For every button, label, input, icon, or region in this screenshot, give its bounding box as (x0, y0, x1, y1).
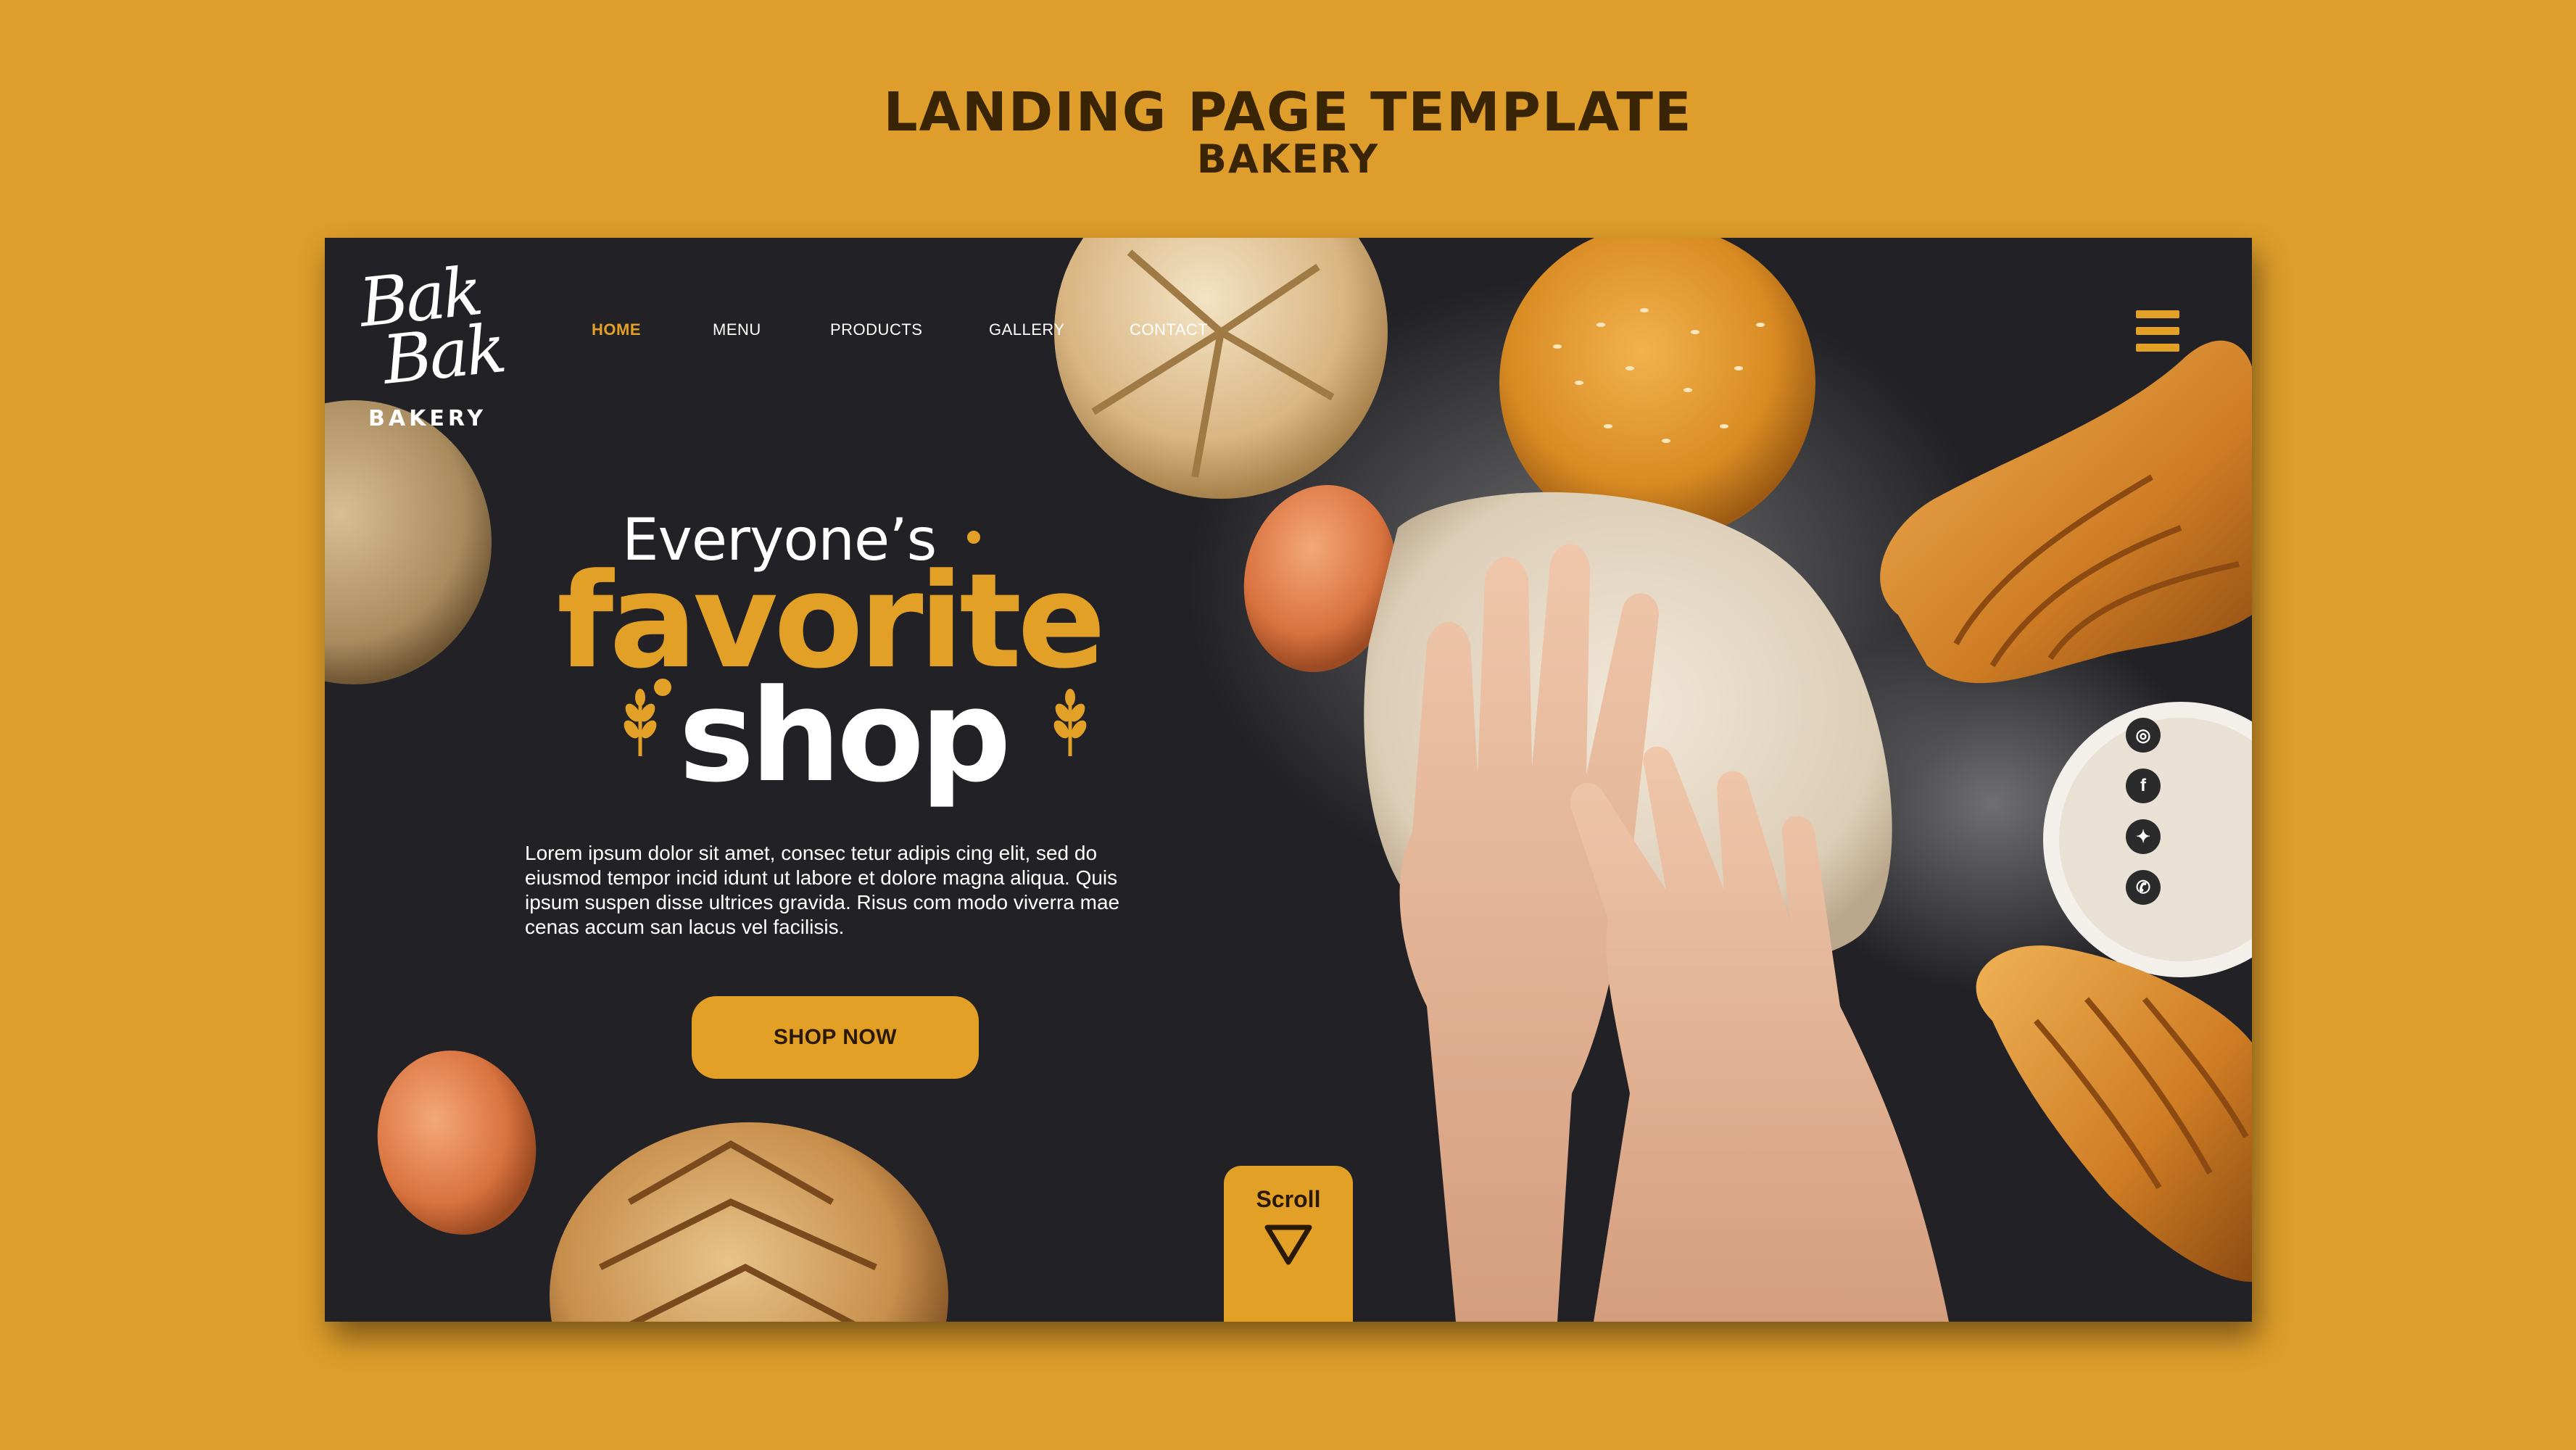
wheat-icon (624, 689, 657, 756)
nav-gallery[interactable]: GALLERY (989, 320, 1065, 339)
outer-title: LANDING PAGE TEMPLATE (883, 81, 1693, 144)
instagram-icon[interactable]: ◎ (2126, 718, 2161, 753)
hero-description: Lorem ipsum dolor sit amet, consec tetur… (525, 842, 1120, 938)
logo-script: Bak Bak (356, 252, 508, 399)
nav-products[interactable]: PRODUCTS (830, 320, 922, 339)
nav-contact[interactable]: CONTACT (1130, 320, 1208, 339)
logo-script-line2: Bak (379, 310, 508, 399)
hero-photo-illustration (325, 238, 2252, 1322)
accent-dot (967, 531, 980, 544)
nav-home[interactable]: HOME (592, 320, 641, 339)
twitter-icon[interactable]: ✦ (2126, 819, 2161, 854)
headline-line3: shop (679, 662, 1011, 811)
facebook-icon[interactable]: f (2126, 768, 2161, 803)
triangle-down-icon (1264, 1225, 1312, 1265)
logo-subtitle: BAKERY (368, 406, 487, 431)
outer-subtitle: BAKERY (1196, 136, 1380, 182)
whatsapp-icon[interactable]: ✆ (2126, 870, 2161, 905)
landing-page-card: Bak Bak BAKERY HOME MENU PRODUCTS GALLER… (325, 238, 2252, 1322)
wheat-icon (1053, 689, 1087, 756)
nav-menu[interactable]: MENU (713, 320, 761, 339)
hamburger-icon[interactable] (2136, 310, 2179, 352)
bakery-logo[interactable]: Bak Bak BAKERY (356, 252, 522, 441)
scroll-label: Scroll (1256, 1186, 1321, 1212)
shop-now-button[interactable]: SHOP NOW (692, 996, 979, 1079)
scroll-button[interactable]: Scroll (1224, 1166, 1353, 1322)
